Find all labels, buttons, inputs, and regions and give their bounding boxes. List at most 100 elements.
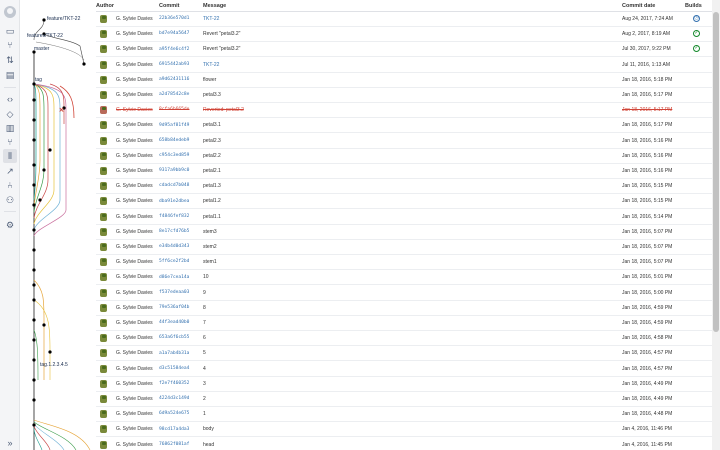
- ref-label[interactable]: features/TKT-22: [27, 33, 63, 39]
- pipelines-icon[interactable]: ⑂: [3, 135, 17, 149]
- table-row[interactable]: G. Sylvie Davies f2e7f460352 3 Jan 18, 2016…: [96, 377, 712, 392]
- ref-label[interactable]: tag.1.2.3.4.5: [40, 362, 68, 368]
- table-row[interactable]: G. Sylvie Davies 5ff6ce2f2bd stem1 Jan 18, …: [96, 255, 712, 271]
- commit-hash-link[interactable]: cdadcd7b048: [159, 183, 189, 188]
- commit-hash-link[interactable]: a95f4e6c4f2: [159, 47, 189, 52]
- commit-hash-link[interactable]: a9d62431116: [159, 77, 189, 82]
- commit-hash-link[interactable]: 653a6f6cb55: [159, 335, 189, 340]
- table-row[interactable]: G. Sylvie Davies 22b36e570d1 TKT-22 Aug 24,…: [96, 12, 712, 27]
- commit-hash-link[interactable]: 9317a9bb9c0: [159, 168, 189, 173]
- table-row[interactable]: G. Sylvie Davies 8cfa6b665de Reverted: pet…: [96, 103, 712, 119]
- reports-icon[interactable]: ▥: [3, 121, 17, 135]
- author-avatar: [100, 15, 107, 23]
- author-name: G. Sylvie Davies: [116, 168, 153, 174]
- table-row[interactable]: G. Sylvie Davies 653a6f6cb55 6 Jan 18, 2016…: [96, 331, 712, 347]
- table-row[interactable]: G. Sylvie Davies 79e536af04b 8 Jan 18, 2016…: [96, 301, 712, 316]
- table-row[interactable]: G. Sylvie Davies dba91e2dbea petal1.2 Jan 1…: [96, 194, 712, 210]
- table-row[interactable]: G. Sylvie Davies c954c3ed859 petal2.2 Jan 1…: [96, 149, 712, 164]
- table-row[interactable]: G. Sylvie Davies 4224d3c149d 2 Jan 18, 2016…: [96, 392, 712, 407]
- forks-icon[interactable]: ⑃: [3, 178, 17, 192]
- table-row[interactable]: G. Sylvie Davies e34b4d0d343 stem2 Jan 18, …: [96, 240, 712, 255]
- commit-hash-link[interactable]: d3c51584ea4: [159, 366, 189, 371]
- branch-graph-icon[interactable]: ⫴: [3, 149, 17, 163]
- commit-hash-link[interactable]: 79e536af04b: [159, 305, 189, 310]
- table-row[interactable]: G. Sylvie Davies 44f3ead40b0 7 Jan 18, 2016…: [96, 316, 712, 331]
- commit-date: Jan 18, 2016, 4:59 PM: [622, 304, 673, 311]
- author-name: G. Sylvie Davies: [116, 122, 153, 129]
- commit-hash-link[interactable]: 76862f081af: [159, 442, 189, 447]
- table-row[interactable]: G. Sylvie Davies a95f4e6c4f2 Revert "petal…: [96, 42, 712, 58]
- table-row[interactable]: G. Sylvie Davies 98cd17a4da3 body Jan 4, 20…: [96, 422, 712, 438]
- table-row[interactable]: G. Sylvie Davies 9d95af81f49 petal3.1 Jan 1…: [96, 118, 712, 134]
- expand-icon[interactable]: »: [3, 436, 17, 450]
- table-row[interactable]: G. Sylvie Davies cdadcd7b048 petal1.3 Jan 1…: [96, 179, 712, 195]
- author-name: G. Sylvie Davies: [116, 380, 153, 387]
- commit-date: Jan 4, 2016, 11:45 PM: [622, 441, 672, 448]
- build-success-icon[interactable]: ✓: [693, 45, 700, 53]
- commit-hash-link[interactable]: 6915442ab93: [159, 62, 189, 67]
- commit-hash-link[interactable]: a2d78542c8e: [159, 92, 189, 97]
- commit-hash-link[interactable]: 9d95af81f49: [159, 123, 189, 128]
- pull-requests-icon[interactable]: ⇅: [3, 53, 17, 67]
- commit-hash-link[interactable]: f537edeaa03: [159, 290, 189, 295]
- insights-icon[interactable]: ▤: [3, 68, 17, 82]
- build-success-icon[interactable]: ✓: [693, 30, 700, 38]
- commit-message[interactable]: TKT-22: [203, 16, 219, 22]
- ref-label[interactable]: feature/TKT-22: [47, 16, 80, 22]
- commit-hash-link[interactable]: 4224d3c149d: [159, 396, 189, 401]
- commit-node: [48, 148, 52, 152]
- commit-message: Revert "petal3.2": [203, 31, 241, 38]
- ref-label[interactable]: tag: [35, 77, 42, 83]
- table-row[interactable]: G. Sylvie Davies f4846fef832 petal1.1 Jan 1…: [96, 210, 712, 225]
- commit-hash-link[interactable]: d86e7cea14a: [159, 275, 189, 280]
- commit-hash-link[interactable]: 5ff6ce2f2bd: [159, 259, 189, 264]
- scrollbar[interactable]: [712, 0, 720, 450]
- commit-hash-link[interactable]: e34b4d0d343: [159, 244, 189, 249]
- commit-message[interactable]: TKT-22: [203, 62, 219, 68]
- table-row[interactable]: G. Sylvie Davies d86e7cea14a 10 Jan 18, 201…: [96, 270, 712, 286]
- commit-hash-link[interactable]: f2e7f460352: [159, 381, 189, 386]
- commit-hash-link[interactable]: f4846fef832: [159, 214, 189, 219]
- commit-hash-link[interactable]: 44f3ead40b0: [159, 320, 189, 325]
- table-row[interactable]: G. Sylvie Davies 8e17cfd76b5 stem3 Jan 18, …: [96, 225, 712, 240]
- build-inprogress-icon[interactable]: ◷: [693, 15, 700, 22]
- table-row[interactable]: G. Sylvie Davies a1a7ab4b31a 5 Jan 18, 2016…: [96, 346, 712, 362]
- commit-hash-link[interactable]: c954c3ed859: [159, 153, 189, 158]
- commits-icon[interactable]: ◇: [3, 107, 17, 121]
- commit-hash-link[interactable]: dba91e2dbea: [159, 199, 189, 204]
- avatar-icon[interactable]: [4, 6, 16, 18]
- deployments-icon[interactable]: ↗: [3, 164, 17, 178]
- table-row[interactable]: G. Sylvie Davies d3c51584ea4 4 Jan 18, 2016…: [96, 362, 712, 377]
- commit-date: Jan 18, 2016, 5:15 PM: [622, 183, 673, 190]
- commit-message: petal1.3: [203, 183, 221, 190]
- commit-hash-link[interactable]: 22b36e570d1: [159, 16, 189, 21]
- table-row[interactable]: G. Sylvie Davies 658b84edeb9 petal2.3 Jan 1…: [96, 134, 712, 149]
- commit-node: [48, 350, 52, 354]
- author-avatar: [100, 349, 107, 358]
- commit-hash-link[interactable]: bd7e94a5647: [159, 31, 189, 36]
- commit-hash-link[interactable]: 658b84edeb9: [159, 138, 189, 143]
- commit-date: Jan 18, 2016, 5:17 PM: [622, 92, 673, 98]
- author-name: G. Sylvie Davies: [116, 228, 153, 235]
- commit-hash-link[interactable]: 8cfa6b665de: [159, 107, 189, 112]
- table-row[interactable]: G. Sylvie Davies 6d9a524e675 1 Jan 18, 2016…: [96, 407, 712, 423]
- table-row[interactable]: G. Sylvie Davies f537edeaa03 9 Jan 18, 2016…: [96, 286, 712, 301]
- table-row[interactable]: G. Sylvie Davies 6915442ab93 TKT-22 Jul 11,…: [96, 58, 712, 73]
- integrations-icon[interactable]: ⚇: [3, 193, 17, 207]
- table-row[interactable]: G. Sylvie Davies 9317a9bb9c0 petal2.1 Jan 1…: [96, 164, 712, 179]
- author-avatar: [100, 243, 107, 251]
- scrollbar-thumb[interactable]: [713, 12, 719, 332]
- commit-hash-link[interactable]: 8e17cfd76b5: [159, 229, 189, 234]
- commit-hash-link[interactable]: 98cd17a4da3: [159, 427, 189, 432]
- commit-hash-link[interactable]: a1a7ab4b31a: [159, 351, 189, 356]
- table-row[interactable]: G. Sylvie Davies bd7e94a5647 Revert "petal…: [96, 27, 712, 43]
- commit-hash-link[interactable]: 6d9a524e675: [159, 411, 189, 416]
- source-icon[interactable]: ▭: [3, 24, 17, 38]
- code-icon[interactable]: ‹›: [3, 92, 17, 106]
- settings-icon[interactable]: ⚙: [3, 218, 17, 232]
- ref-label[interactable]: master: [34, 46, 49, 52]
- table-row[interactable]: G. Sylvie Davies a2d78542c8e petal3.3 Jan 1…: [96, 88, 712, 103]
- branches-icon[interactable]: ⑂: [3, 38, 17, 52]
- table-row[interactable]: G. Sylvie Davies 76862f081af head Jan 4, 20…: [96, 438, 712, 450]
- table-row[interactable]: G. Sylvie Davies a9d62431116 flower Jan 18,…: [96, 73, 712, 88]
